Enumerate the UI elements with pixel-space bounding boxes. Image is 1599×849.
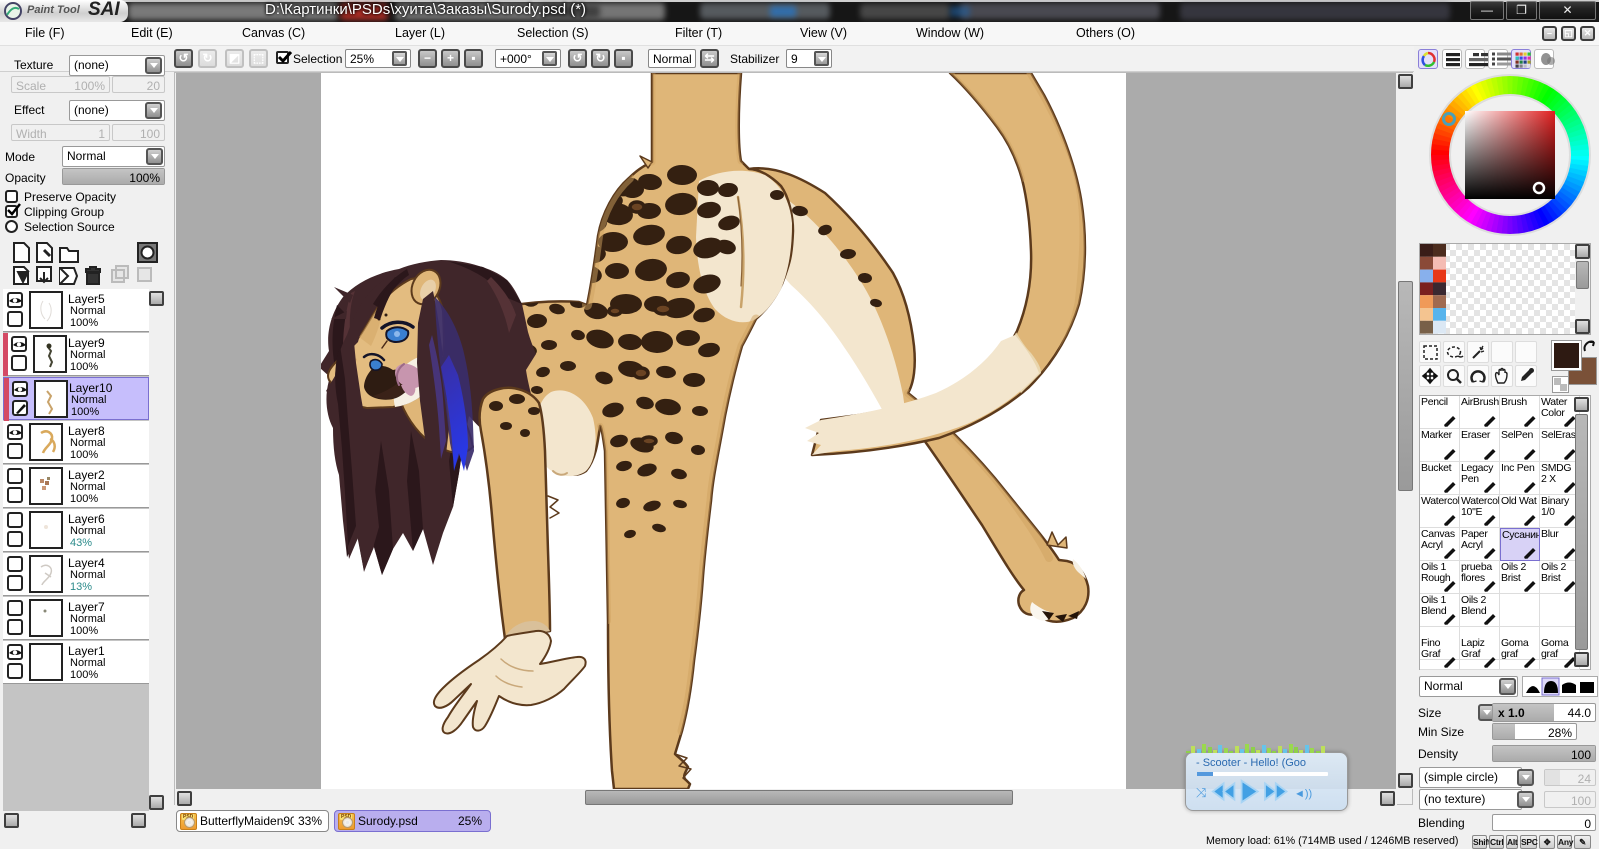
svg-text:◄)): ◄)) [1294,788,1312,800]
svg-text:⤨: ⤨ [1196,785,1207,800]
